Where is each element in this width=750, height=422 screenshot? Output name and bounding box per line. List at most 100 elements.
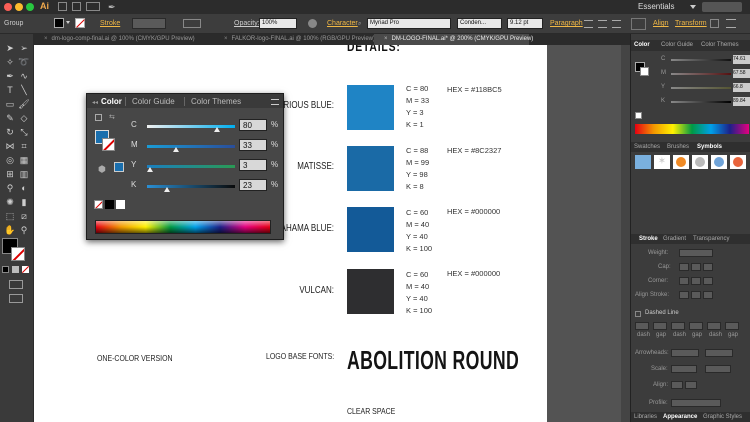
transform-link[interactable]: Transform bbox=[675, 20, 707, 27]
close-icon[interactable]: × bbox=[224, 36, 228, 42]
recolor-artwork-icon[interactable] bbox=[308, 19, 317, 28]
slider-thumb[interactable] bbox=[173, 147, 180, 152]
slider-thumb[interactable] bbox=[164, 187, 171, 192]
slider-track[interactable] bbox=[147, 165, 235, 168]
selection-tool-icon[interactable]: ➤ bbox=[4, 42, 16, 54]
tab-color[interactable]: Color bbox=[634, 40, 650, 50]
search-input[interactable] bbox=[702, 2, 742, 12]
slider-track[interactable] bbox=[671, 87, 731, 89]
direct-selection-tool-icon[interactable]: ➢ bbox=[18, 42, 30, 54]
close-icon[interactable]: × bbox=[384, 36, 388, 42]
align-stroke-button[interactable] bbox=[679, 291, 689, 299]
opacity-link[interactable]: Opacity: bbox=[234, 20, 260, 27]
corner-button[interactable] bbox=[703, 277, 713, 285]
align-stroke-button[interactable] bbox=[691, 291, 701, 299]
zoom-tool-icon[interactable]: ⚲ bbox=[18, 224, 30, 236]
weight-field[interactable] bbox=[679, 249, 713, 257]
tab-appearance[interactable]: Appearance bbox=[663, 412, 697, 422]
cmyk-value[interactable]: 89.84 bbox=[733, 97, 750, 106]
chevron-down-icon[interactable] bbox=[66, 21, 70, 24]
tab-graphic-styles[interactable]: Graphic Styles bbox=[703, 412, 742, 422]
type-tool-icon[interactable]: T bbox=[4, 84, 16, 96]
align-center-icon[interactable] bbox=[598, 20, 607, 28]
pencil-tool-icon[interactable]: ✎ bbox=[4, 112, 16, 124]
stroke-swatch[interactable] bbox=[640, 67, 649, 76]
tab-color-guide[interactable]: Color Guide bbox=[132, 97, 175, 106]
font-family-field[interactable]: Myriad Pro bbox=[367, 18, 451, 29]
character-link[interactable]: Character bbox=[327, 20, 358, 27]
stroke-weight-field[interactable] bbox=[132, 18, 166, 29]
symbol-thumbnail[interactable] bbox=[730, 155, 746, 169]
free-transform-tool-icon[interactable]: ⌗ bbox=[18, 140, 30, 152]
font-size-field[interactable]: 9.12 pt bbox=[507, 18, 543, 29]
slider-track[interactable] bbox=[671, 59, 731, 61]
eyedropper-tool-icon[interactable]: ⚲ bbox=[4, 182, 16, 194]
arrange-documents-icon[interactable] bbox=[86, 2, 100, 11]
slider-value[interactable]: 3 bbox=[239, 159, 267, 171]
magic-wand-tool-icon[interactable]: ✧ bbox=[4, 56, 16, 68]
gap-field[interactable] bbox=[725, 322, 739, 330]
pen-icon[interactable]: ✒ bbox=[108, 2, 116, 13]
fill-swatch[interactable] bbox=[54, 18, 64, 28]
align-left-icon[interactable] bbox=[584, 20, 593, 28]
scale-end-field[interactable] bbox=[705, 365, 731, 373]
symbol-thumbnail[interactable]: ✶ bbox=[654, 155, 670, 169]
stroke-link[interactable]: Stroke bbox=[100, 20, 120, 27]
tab-brushes[interactable]: Brushes bbox=[667, 142, 689, 152]
slice-tool-icon[interactable]: ⧄ bbox=[18, 210, 30, 222]
profile-select[interactable] bbox=[671, 399, 721, 407]
screen-mode-icon[interactable] bbox=[9, 294, 23, 303]
color-spectrum[interactable] bbox=[95, 220, 271, 234]
arrowhead-end-select[interactable] bbox=[705, 349, 733, 357]
tab-symbols[interactable]: Symbols bbox=[697, 142, 722, 152]
bridge-icon[interactable] bbox=[58, 2, 67, 11]
align-link[interactable]: Align bbox=[653, 20, 669, 27]
close-icon[interactable]: × bbox=[44, 36, 48, 42]
rotate-icon[interactable] bbox=[631, 18, 646, 30]
font-style-field[interactable]: Conden... bbox=[457, 18, 502, 29]
width-tool-icon[interactable]: ⋈ bbox=[4, 140, 16, 152]
color-swatch-matisse[interactable] bbox=[347, 146, 394, 191]
slider-track[interactable] bbox=[147, 145, 235, 148]
minimize-window-icon[interactable] bbox=[15, 3, 23, 11]
none-mode-icon[interactable] bbox=[22, 266, 29, 273]
variable-width-profile[interactable] bbox=[183, 19, 201, 28]
zoom-window-icon[interactable] bbox=[26, 3, 34, 11]
cmyk-value[interactable]: 67.58 bbox=[733, 69, 750, 78]
none-swatch[interactable] bbox=[94, 200, 103, 209]
workspace-switcher[interactable]: Essentials bbox=[638, 2, 674, 11]
slider-value[interactable]: 80 bbox=[239, 119, 267, 131]
dash-field[interactable] bbox=[635, 322, 649, 330]
slider-track[interactable] bbox=[671, 73, 731, 75]
isolate-icon[interactable] bbox=[710, 19, 719, 28]
color-swatch-vulcan[interactable] bbox=[347, 269, 394, 314]
line-tool-icon[interactable]: ╲ bbox=[18, 84, 30, 96]
slider-thumb[interactable] bbox=[146, 167, 153, 172]
symbol-thumbnail[interactable] bbox=[673, 155, 689, 169]
perspective-grid-tool-icon[interactable]: ▦ bbox=[18, 154, 30, 166]
dash-field[interactable] bbox=[671, 322, 685, 330]
slider-track[interactable] bbox=[147, 125, 235, 128]
pen-tool-icon[interactable]: ✒ bbox=[4, 70, 16, 82]
rotate-tool-icon[interactable]: ↻ bbox=[4, 126, 16, 138]
slider-track[interactable] bbox=[671, 101, 731, 103]
cap-button[interactable] bbox=[691, 263, 701, 271]
stroke-color-box[interactable] bbox=[11, 247, 25, 261]
stroke-swatch[interactable] bbox=[75, 18, 85, 28]
eraser-tool-icon[interactable]: ◇ bbox=[18, 112, 30, 124]
cmyk-value[interactable]: 66.8 bbox=[733, 83, 750, 92]
chevron-down-icon[interactable] bbox=[690, 5, 696, 9]
color-spectrum[interactable] bbox=[635, 124, 749, 134]
tab-color-guide[interactable]: Color Guide bbox=[661, 40, 693, 50]
align-right-icon[interactable] bbox=[612, 20, 621, 28]
shape-builder-tool-icon[interactable]: ◎ bbox=[4, 154, 16, 166]
gradient-tool-icon[interactable]: ▥ bbox=[18, 168, 30, 180]
dashed-line-checkbox[interactable] bbox=[635, 311, 641, 317]
column-graph-tool-icon[interactable]: ▮ bbox=[18, 196, 30, 208]
tab-color-themes[interactable]: Color Themes bbox=[191, 97, 241, 106]
collapse-icon[interactable]: ◂◂ bbox=[92, 99, 98, 106]
lasso-tool-icon[interactable]: ➰ bbox=[18, 56, 30, 68]
scale-start-field[interactable] bbox=[671, 365, 697, 373]
vertical-scrollbar[interactable] bbox=[621, 45, 630, 422]
paintbrush-tool-icon[interactable]: 🖌 bbox=[18, 98, 30, 110]
